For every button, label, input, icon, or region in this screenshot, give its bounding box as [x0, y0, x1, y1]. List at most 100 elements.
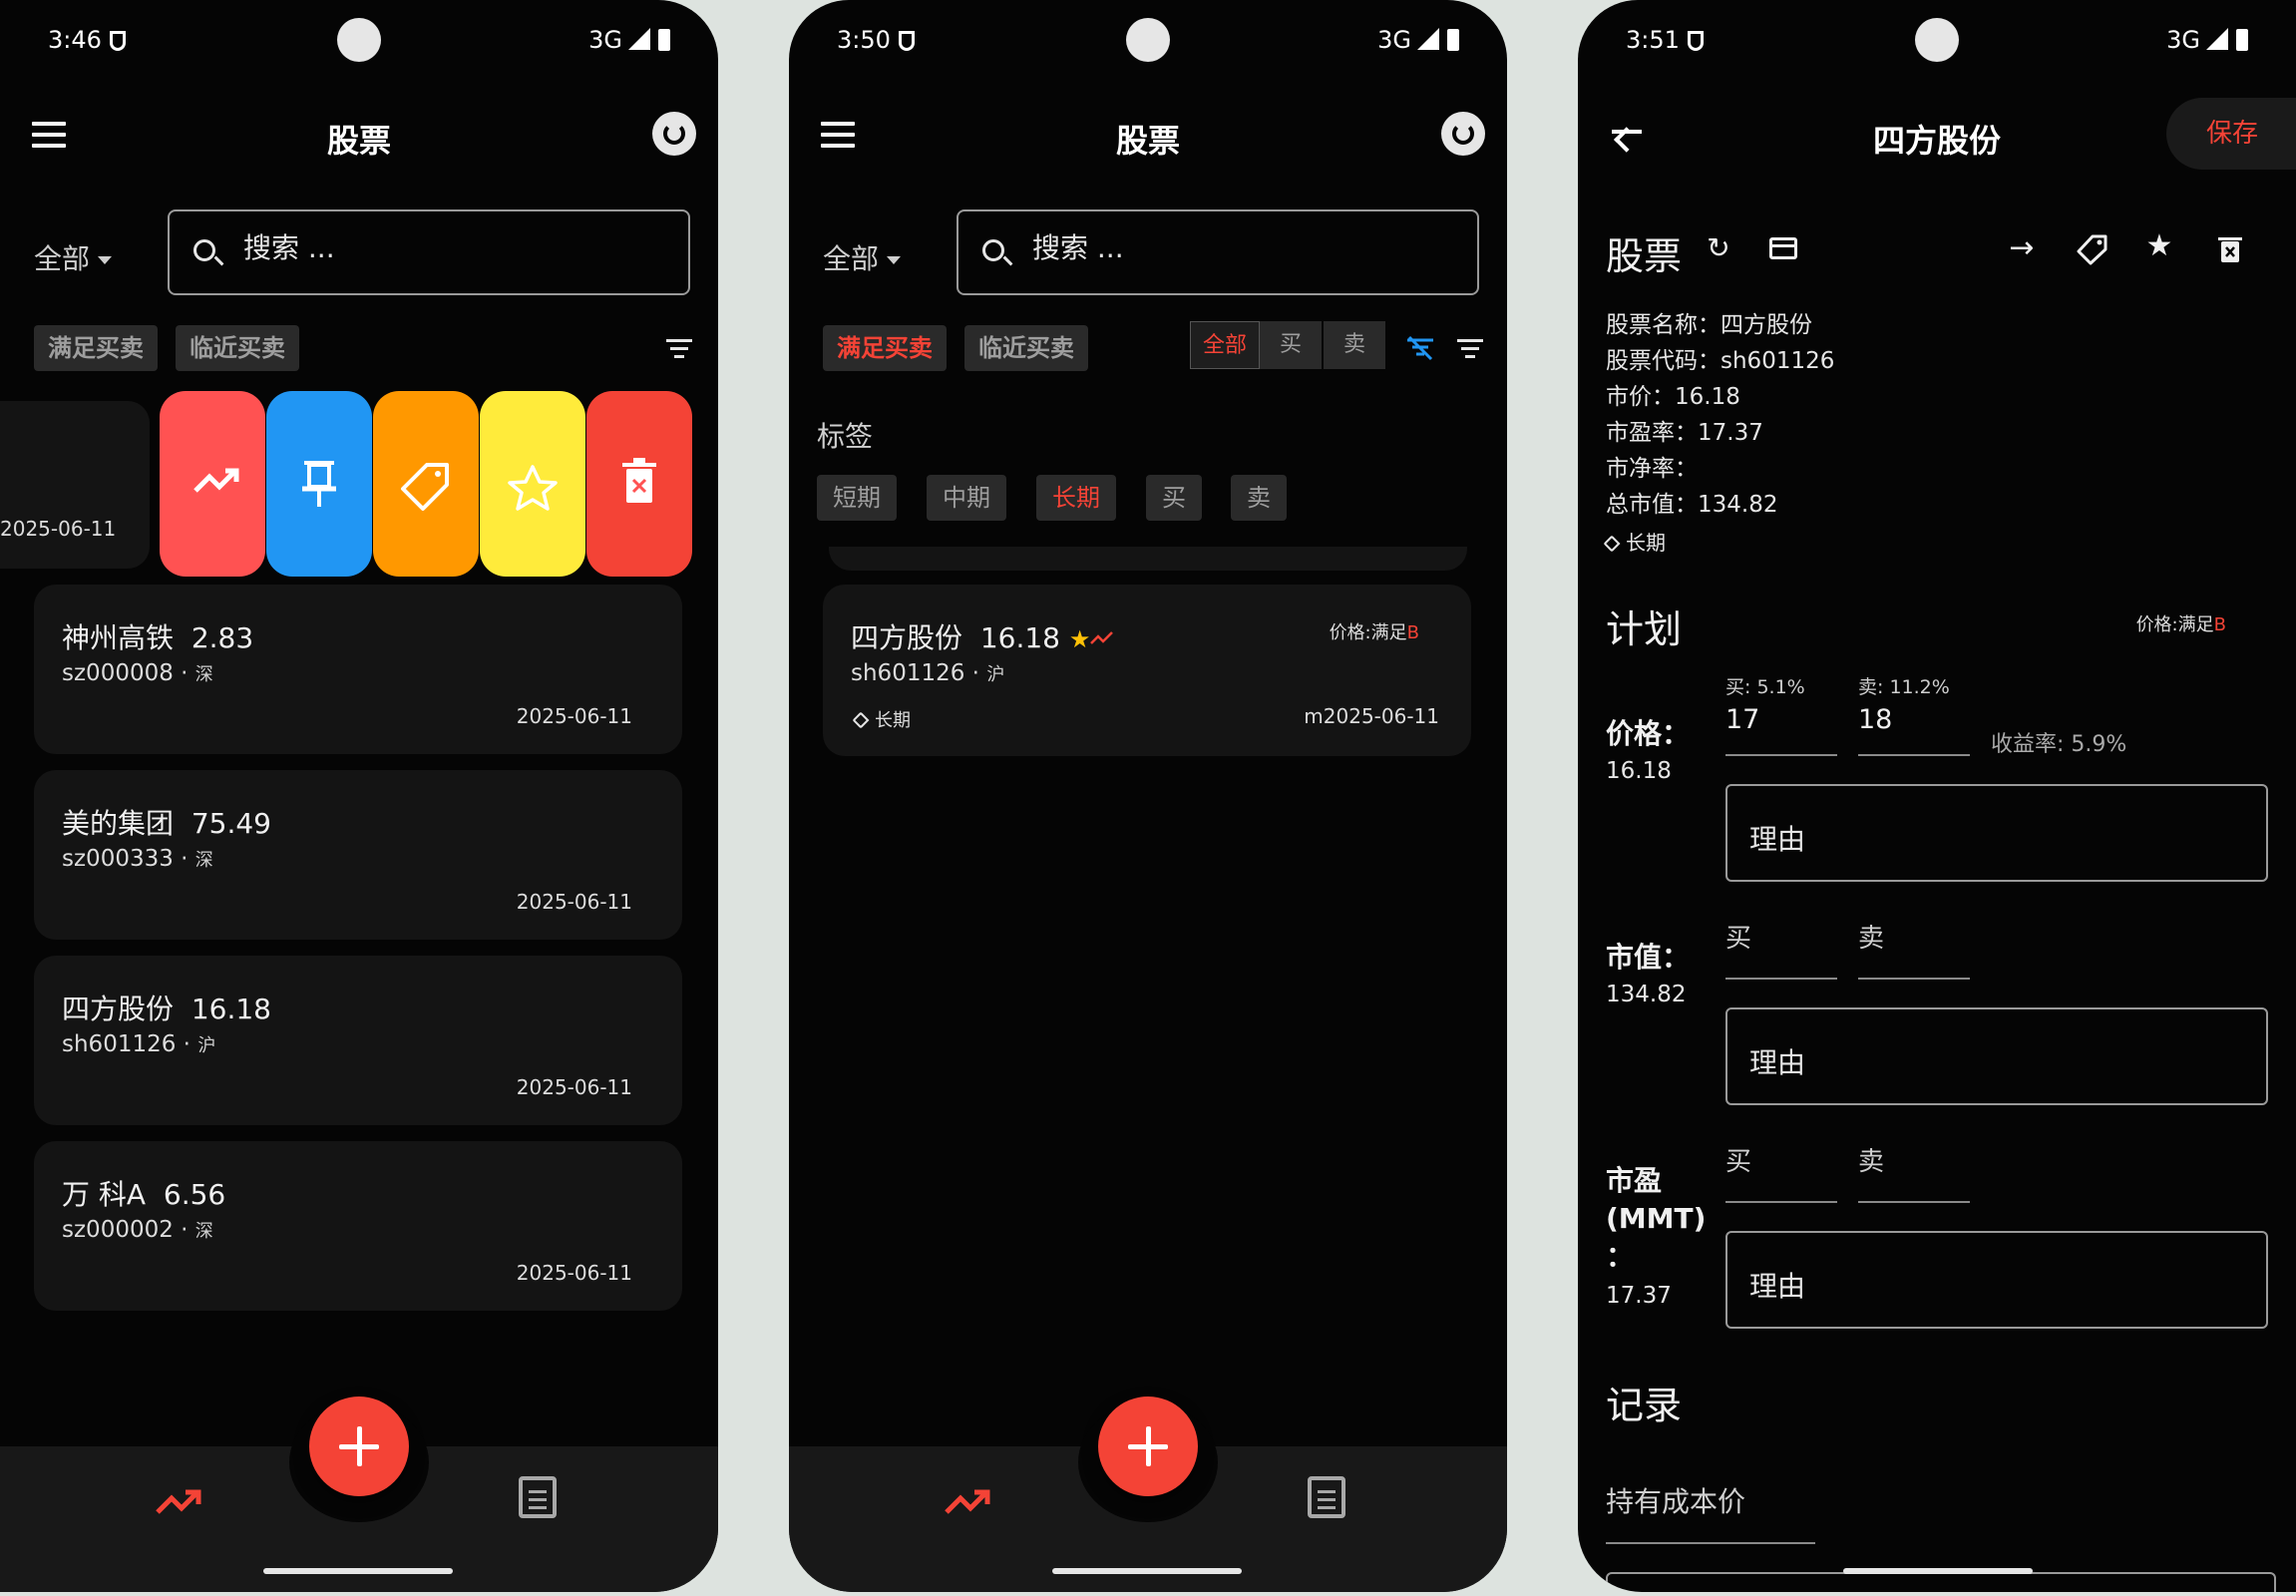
filter-off-icon[interactable] — [1405, 335, 1435, 361]
chip-near-trade[interactable]: 临近买卖 — [964, 325, 1088, 371]
next-field[interactable] — [1606, 1572, 2276, 1592]
search-input[interactable] — [243, 231, 662, 264]
segment-sell[interactable]: 卖 — [1324, 321, 1388, 369]
history-icon[interactable] — [1441, 112, 1485, 156]
filter-icon[interactable] — [1457, 339, 1483, 359]
search-box[interactable] — [957, 209, 1479, 295]
section-record: 记录 — [1606, 1384, 1683, 1427]
shield-icon — [109, 31, 126, 51]
app-bar: 四方股份 保存 — [1578, 98, 2296, 170]
price-sell-label: 卖: 11.2% — [1858, 676, 1950, 698]
tags-label: 标签 — [817, 420, 874, 453]
stock-code: sz000008 · 深 — [62, 660, 213, 686]
card-date: 2025-06-11 — [516, 890, 632, 914]
chip-satisfy-trade[interactable]: 满足买卖 — [34, 325, 158, 371]
pe-sell-label[interactable]: 卖 — [1858, 1141, 1884, 1178]
stock-card[interactable]: 四方股份 16.18 sh601126 · 沪 2025-06-11 — [34, 956, 682, 1125]
chip-near-trade[interactable]: 临近买卖 — [176, 325, 299, 371]
tag-icon — [401, 463, 449, 511]
cost-underline — [1606, 1542, 1815, 1544]
signal-icon — [628, 28, 650, 50]
add-stock-button[interactable] — [1098, 1396, 1198, 1496]
tag-mid-term[interactable]: 中期 — [927, 475, 1006, 521]
tag-icon[interactable] — [2077, 233, 2108, 269]
pin-icon — [302, 461, 336, 507]
search-box[interactable] — [168, 209, 690, 295]
price-sell-input[interactable]: 18 — [1858, 704, 1892, 735]
card-date: 2025-06-11 — [516, 1075, 632, 1099]
arrow-right-icon[interactable]: → — [2005, 233, 2039, 263]
segment-all[interactable]: 全部 — [1190, 321, 1261, 369]
info-code: 股票代码：sh601126 — [1606, 348, 1835, 374]
mv-sell-label[interactable]: 卖 — [1858, 918, 1884, 955]
search-input[interactable] — [1032, 231, 1451, 264]
stock-code: sz000002 · 深 — [62, 1217, 213, 1243]
stock-card[interactable]: 四方股份 16.18 ★ sh601126 · 沪 长期 价格:满足B m202… — [823, 585, 1471, 756]
search-icon — [982, 239, 1004, 261]
tag-buy[interactable]: 买 — [1146, 475, 1202, 521]
pe-reason-field[interactable]: 理由 — [1725, 1231, 2268, 1329]
card-date: 2025-06-11 — [516, 1261, 632, 1285]
trending-up-icon — [1090, 631, 1114, 644]
stock-card[interactable]: 美的集团 75.49 sz000333 · 深 2025-06-11 — [34, 770, 682, 940]
market-value-label: 市值： — [1606, 941, 1691, 974]
pe-buy-label[interactable]: 买 — [1725, 1141, 1751, 1178]
pe-label-3: ： — [1606, 1240, 1635, 1273]
nav-trending-icon[interactable] — [156, 1486, 201, 1516]
battery-icon — [658, 29, 670, 51]
home-indicator — [1843, 1568, 2033, 1574]
delete-action-button[interactable] — [586, 391, 692, 577]
chip-satisfy-trade[interactable]: 满足买卖 — [823, 325, 947, 371]
filter-icon[interactable] — [666, 339, 692, 359]
favorite-action-button[interactable] — [480, 391, 585, 577]
save-button[interactable]: 保存 — [2166, 98, 2296, 170]
mv-reason-field[interactable]: 理由 — [1725, 1007, 2268, 1105]
delete-icon[interactable] — [2218, 235, 2242, 267]
price-buy-input[interactable]: 17 — [1725, 704, 1759, 735]
card-view-icon[interactable] — [1769, 237, 1797, 259]
reason-placeholder: 理由 — [1749, 823, 1806, 856]
segment-buy[interactable]: 买 — [1260, 321, 1325, 369]
market-value-value: 134.82 — [1606, 982, 1687, 1007]
info-pe: 市盈率：17.37 — [1606, 420, 1763, 446]
stock-card[interactable]: 万 科A 6.56 sz000002 · 深 2025-06-11 — [34, 1141, 682, 1311]
star-icon[interactable]: ★ — [2142, 231, 2176, 261]
nav-calendar-icon[interactable] — [1308, 1476, 1345, 1518]
stock-code: sh601126 · 沪 — [62, 1031, 216, 1057]
price-status: 价格:满足B — [1329, 622, 1419, 643]
camera-cutout — [1915, 18, 1959, 62]
refresh-icon[interactable]: ↻ — [1702, 233, 1735, 263]
info-name: 股票名称：四方股份 — [1606, 312, 1812, 338]
pe-label-1: 市盈 — [1606, 1164, 1663, 1197]
section-plan: 计划 — [1606, 607, 1683, 651]
pin-action-button[interactable] — [266, 391, 372, 577]
scope-dropdown[interactable]: 全部 — [823, 237, 902, 277]
price-reason-field[interactable]: 理由 — [1725, 784, 2268, 882]
tag-action-button[interactable] — [373, 391, 479, 577]
add-stock-button[interactable] — [309, 1396, 409, 1496]
mv-buy-label[interactable]: 买 — [1725, 918, 1751, 955]
search-icon — [193, 239, 215, 261]
swiped-stock-card[interactable]: 2025-06-11 — [0, 401, 150, 569]
history-icon[interactable] — [652, 112, 696, 156]
nav-calendar-icon[interactable] — [519, 1476, 557, 1518]
caret-down-icon — [98, 256, 113, 264]
tag-long-term[interactable]: 长期 — [1036, 475, 1116, 521]
reason-placeholder: 理由 — [1749, 1046, 1806, 1079]
network-status: 3G — [1377, 26, 1459, 54]
stock-card[interactable]: 神州高铁 2.83 sz000008 · 深 2025-06-11 — [34, 585, 682, 754]
cost-price-input[interactable]: 持有成本价 — [1606, 1480, 1745, 1520]
status-time: 3:46 — [48, 26, 126, 54]
trend-action-button[interactable] — [160, 391, 265, 577]
status-time: 3:50 — [837, 26, 915, 54]
pe-sell-underline — [1858, 1201, 1970, 1203]
network-status: 3G — [2166, 26, 2248, 54]
stock-tag: 长期 — [852, 706, 911, 732]
mv-buy-underline — [1725, 978, 1837, 980]
tag-sell[interactable]: 卖 — [1231, 475, 1287, 521]
scope-dropdown[interactable]: 全部 — [34, 237, 113, 277]
shield-icon — [898, 31, 915, 51]
tag-short-term[interactable]: 短期 — [817, 475, 897, 521]
nav-trending-icon[interactable] — [945, 1486, 990, 1516]
card-date: 2025-06-11 — [516, 704, 632, 728]
